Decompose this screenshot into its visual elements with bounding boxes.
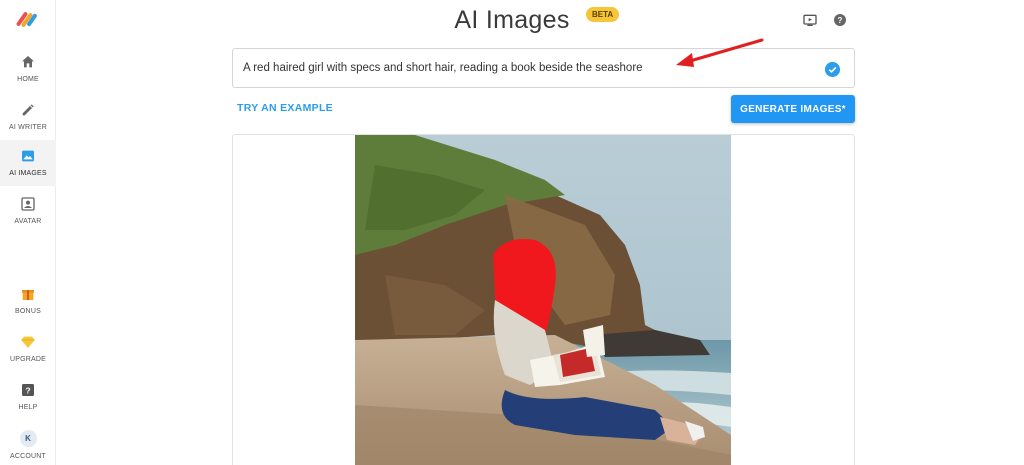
beta-badge: BETA (586, 7, 620, 22)
page-header: AI Images (0, 6, 1024, 35)
prompt-input-value: A red haired girl with specs and short h… (243, 62, 643, 74)
sidebar-item-label: HELP (18, 404, 38, 411)
sidebar-item-label: AI WRITER (9, 124, 47, 131)
help-icon: ? (22, 384, 34, 396)
sidebar-item-label: UPGRADE (9, 356, 47, 363)
sidebar-item-bonus[interactable]: BONUS (0, 278, 56, 324)
svg-text:?: ? (25, 385, 30, 395)
generated-image[interactable] (355, 135, 731, 465)
annotation-arrow (676, 38, 764, 67)
page-title: AI Images (454, 6, 570, 34)
video-tutorial-icon[interactable] (802, 12, 818, 28)
app-root: HOME AI WRITER AI IMAGES AVATAR BONUS UP… (0, 0, 1024, 465)
sidebar-item-avatar[interactable]: AVATAR (0, 188, 56, 234)
home-icon (22, 56, 34, 68)
svg-text:?: ? (838, 16, 843, 25)
sidebar-item-home[interactable]: HOME (0, 46, 56, 92)
generate-images-button[interactable]: GENERATE IMAGES* (731, 95, 855, 123)
sidebar-item-label: BONUS (15, 308, 41, 315)
sidebar-item-help[interactable]: ? HELP (0, 374, 56, 420)
sidebar: HOME AI WRITER AI IMAGES AVATAR BONUS UP… (0, 0, 56, 465)
image-icon (22, 150, 34, 162)
sidebar-item-label: AVATAR (14, 218, 42, 225)
account-icon: K (19, 430, 37, 447)
result-panel (232, 134, 855, 465)
avatar-icon (21, 197, 35, 211)
sidebar-item-label: HOME (17, 76, 39, 83)
help-circle-icon[interactable]: ? (832, 12, 848, 28)
header-icons: ? (802, 12, 848, 28)
gift-icon (22, 290, 34, 300)
sidebar-item-ai-writer[interactable]: AI WRITER (0, 94, 56, 140)
sidebar-item-upgrade[interactable]: UPGRADE (0, 326, 56, 372)
check-circle-icon (825, 62, 840, 77)
sidebar-item-label: ACCOUNT (9, 453, 46, 460)
account-initial: K (25, 434, 31, 443)
pencil-icon (22, 104, 34, 116)
sidebar-item-account[interactable]: K ACCOUNT (0, 422, 56, 465)
sidebar-item-ai-images[interactable]: AI IMAGES (0, 140, 56, 186)
sidebar-item-label: AI IMAGES (9, 170, 47, 177)
try-example-link[interactable]: TRY AN EXAMPLE (237, 102, 333, 114)
diamond-icon (21, 336, 35, 348)
